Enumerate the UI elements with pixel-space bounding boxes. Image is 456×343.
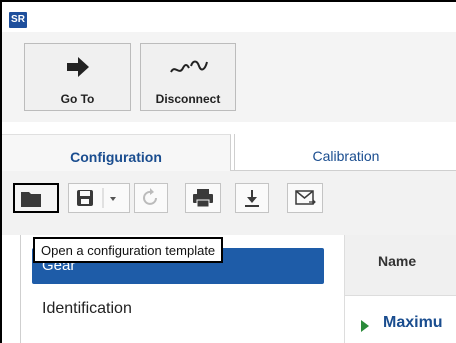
open-template-button[interactable] [13,183,59,213]
disconnect-icon [141,54,235,80]
expand-arrow-icon[interactable] [361,320,369,332]
table-row-label[interactable]: Maximu [383,314,443,332]
download-button[interactable] [235,183,269,213]
tab-configuration[interactable]: Configuration [2,134,231,171]
disconnect-button[interactable]: Disconnect [140,43,236,111]
parameter-table: Name Maximu [344,235,456,343]
toolbar [2,171,456,235]
tab-bar: Configuration Calibration [2,122,456,171]
folder-icon [21,192,41,207]
mail-icon [295,190,316,205]
tooltip: Open a configuration template [33,237,224,263]
save-icon [77,188,116,208]
refresh-icon [143,188,157,205]
download-icon [245,190,259,207]
goto-button[interactable]: Go To [24,43,131,111]
disconnect-label: Disconnect [155,92,221,106]
print-icon [193,189,213,208]
goto-label: Go To [60,92,95,106]
refresh-button[interactable] [134,183,168,213]
sidebar-divider [20,235,21,343]
sidebar-item-identification[interactable]: Identification [32,300,132,318]
print-button[interactable] [185,183,221,213]
tab-calibration[interactable]: Calibration [234,134,456,170]
arrow-right-icon [25,54,130,80]
column-header-label: Name [378,253,417,269]
save-split-button[interactable] [68,183,130,213]
app-icon: SR [9,12,27,28]
column-header-name[interactable]: Name [345,235,456,296]
title-bar: SR [2,2,456,32]
ribbon: Go To Disconnect [2,32,456,123]
mail-button[interactable] [287,183,323,213]
